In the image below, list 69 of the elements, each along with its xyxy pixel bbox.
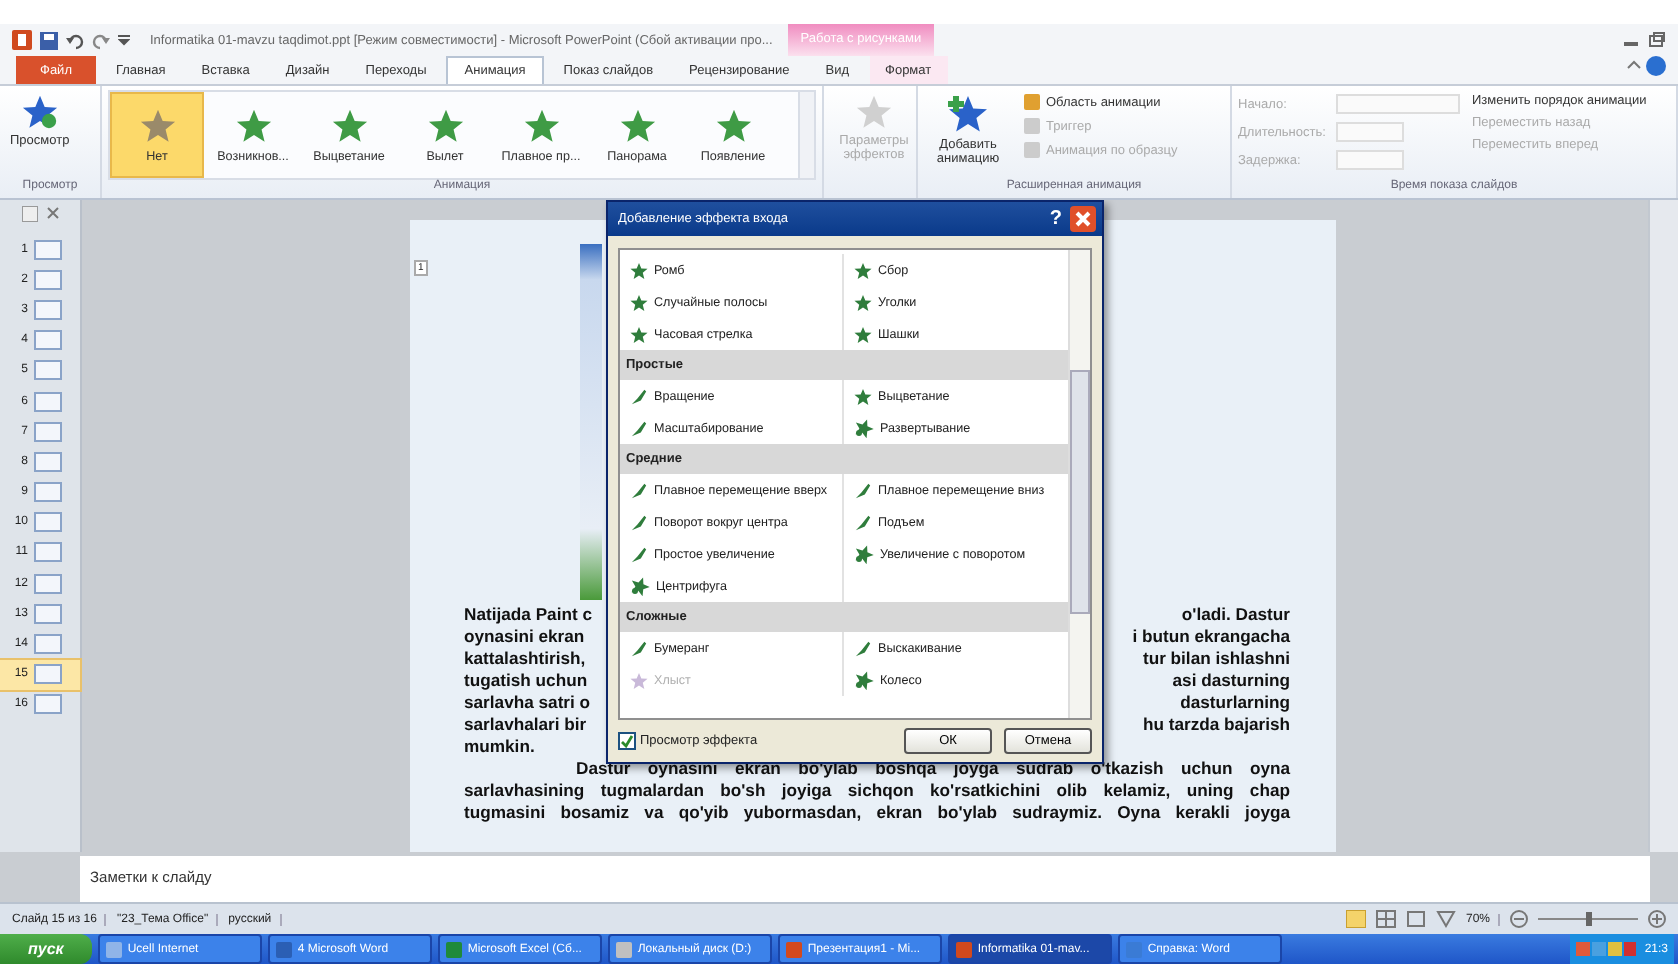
reading-view-icon[interactable] bbox=[1405, 910, 1426, 928]
star-burst-icon bbox=[854, 670, 874, 690]
star-icon bbox=[619, 107, 655, 143]
slide-text: asi dasturning bbox=[1172, 670, 1290, 692]
save-icon[interactable] bbox=[40, 31, 58, 49]
star-icon bbox=[427, 107, 463, 143]
star-icon bbox=[854, 293, 872, 311]
app-icon[interactable] bbox=[12, 30, 32, 50]
star-burst-icon bbox=[854, 544, 874, 564]
star-icon bbox=[630, 325, 648, 343]
app-icon bbox=[445, 941, 462, 957]
help-icon[interactable] bbox=[1646, 56, 1666, 76]
slide-text: sarlavha satri o bbox=[464, 692, 591, 714]
star-icon bbox=[630, 261, 648, 279]
customize-caret-icon[interactable] bbox=[118, 34, 130, 46]
slide-show-icon[interactable] bbox=[1435, 910, 1456, 928]
start-dropdown[interactable] bbox=[1336, 94, 1460, 114]
star-icon bbox=[139, 107, 175, 143]
star-icon bbox=[235, 107, 271, 143]
star-burst-icon bbox=[630, 576, 650, 596]
slide-text: oynasini ekran bbox=[464, 626, 585, 648]
normal-view-icon[interactable] bbox=[1345, 910, 1366, 928]
gallery-scrollbar[interactable] bbox=[798, 92, 814, 178]
tray-icons[interactable] bbox=[1576, 940, 1637, 958]
app-icon bbox=[275, 941, 292, 957]
slide-text: sarlavhalari bir bbox=[464, 714, 587, 736]
app-icon bbox=[955, 941, 972, 957]
help-button[interactable]: ? bbox=[1049, 208, 1062, 230]
star-icon bbox=[630, 671, 648, 689]
zoom-in-icon[interactable] bbox=[1648, 910, 1666, 928]
slide-text: dasturlarning bbox=[1180, 692, 1290, 714]
star-icon bbox=[856, 94, 892, 130]
zoom-out-icon[interactable] bbox=[1510, 910, 1528, 928]
star-icon bbox=[523, 107, 559, 143]
slide-text: mumkin. bbox=[464, 736, 535, 758]
slide-text: i butun ekrangacha bbox=[1132, 626, 1290, 648]
slide-text: tur bilan ishlashni bbox=[1142, 648, 1290, 670]
slide-text: Natijada Paint c bbox=[464, 604, 592, 626]
star-icon bbox=[854, 325, 872, 343]
slide-text: tugatish uchun bbox=[464, 670, 588, 692]
close-icon[interactable] bbox=[45, 206, 59, 220]
star-burst-icon bbox=[854, 418, 874, 438]
star-play-icon bbox=[21, 94, 58, 130]
star-plus-icon bbox=[948, 94, 988, 134]
slide-sorter-icon[interactable] bbox=[1375, 910, 1396, 928]
redo-icon[interactable] bbox=[92, 31, 110, 49]
star-icon bbox=[331, 107, 367, 143]
star-icon bbox=[854, 261, 872, 279]
app-icon bbox=[785, 941, 802, 957]
restore-icon[interactable] bbox=[1648, 32, 1666, 48]
outline-tab-icon[interactable] bbox=[21, 206, 37, 222]
app-icon bbox=[615, 941, 632, 957]
list-scrollbar[interactable] bbox=[1068, 250, 1090, 718]
collapse-ribbon-icon[interactable] bbox=[1626, 56, 1642, 72]
close-icon[interactable] bbox=[1070, 206, 1096, 232]
vertical-scrollbar[interactable] bbox=[1648, 200, 1678, 852]
slide-text: hu tarzda bajarish bbox=[1142, 714, 1290, 736]
app-icon bbox=[105, 941, 122, 957]
undo-icon[interactable] bbox=[66, 31, 84, 49]
start-button[interactable]: пуск bbox=[0, 934, 92, 964]
zoom-slider-thumb[interactable] bbox=[1586, 912, 1592, 926]
star-icon bbox=[630, 293, 648, 311]
checkmark-icon bbox=[620, 734, 634, 748]
star-icon bbox=[854, 387, 872, 405]
slide-text: o'ladi. Dastur bbox=[1181, 604, 1290, 626]
brush-stroke-icon bbox=[854, 639, 872, 657]
brush-stroke-icon bbox=[630, 639, 648, 657]
star-icon bbox=[715, 107, 751, 143]
slide-text: kattalashtirish, bbox=[464, 648, 586, 670]
